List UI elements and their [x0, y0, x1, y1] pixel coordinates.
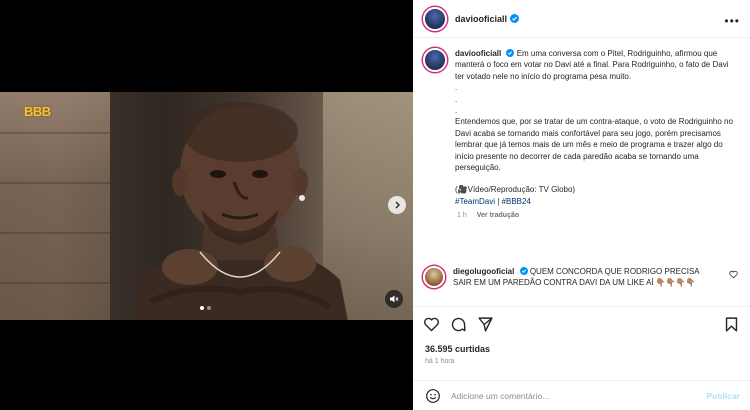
comment-input[interactable]: Adicione um comentário... [451, 391, 549, 401]
hashtag-separator: | [497, 196, 500, 206]
caption: daviooficiall Em uma conversa com o Pite… [423, 48, 743, 219]
publish-button[interactable]: Publicar [706, 391, 740, 401]
video-frame[interactable] [0, 92, 413, 320]
carousel-dot [207, 306, 211, 310]
next-slide-button[interactable] [388, 196, 406, 214]
post-header: daviooficiall ••• [413, 0, 750, 38]
post-media: BBB [0, 0, 413, 410]
caption-line: Entendemos que, por se tratar de um cont… [455, 117, 733, 173]
share-icon[interactable] [477, 316, 494, 333]
caption-line: . [455, 94, 458, 104]
wall-line [0, 232, 110, 234]
like-count[interactable]: 36.595 curtidas [425, 344, 490, 354]
caption-line: . [455, 83, 458, 93]
heart-icon[interactable] [423, 316, 440, 333]
caption-username[interactable]: daviooficiall [455, 49, 501, 58]
background-wall-left [0, 92, 110, 320]
wall-line [0, 132, 110, 134]
see-translation-link[interactable]: Ver tradução [477, 212, 519, 219]
hashtag-link[interactable]: #TeamDavi [455, 197, 495, 206]
caption-meta: 1 h Ver tradução [457, 212, 743, 219]
carousel-dot [200, 306, 204, 310]
caption-text: daviooficiall Em uma conversa com o Pite… [455, 48, 737, 207]
hashtag-link[interactable]: #BBB24 [502, 197, 531, 206]
channel-logo: BBB [24, 104, 51, 119]
caption-time: 1 h [457, 212, 467, 220]
bookmark-icon[interactable] [723, 316, 740, 333]
verified-badge-icon [519, 267, 528, 275]
person-figure [132, 102, 348, 320]
comment-composer: Adicione um comentário... Publicar [413, 380, 750, 410]
avatar[interactable] [423, 48, 447, 72]
action-bar [413, 306, 750, 342]
wall-line [0, 282, 110, 284]
emoji-icon[interactable] [425, 388, 441, 404]
comment-icon[interactable] [450, 316, 467, 333]
volume-muted-icon [390, 295, 399, 303]
comment-item: diegolugooficial QUEM CONCORDA QUE RODRI… [423, 266, 743, 289]
avatar[interactable] [423, 266, 445, 288]
post-username[interactable]: daviooficiall [455, 14, 507, 24]
wall-line [0, 182, 110, 184]
comment-text: diegolugooficial QUEM CONCORDA QUE RODRI… [453, 266, 713, 289]
chevron-right-icon [395, 201, 400, 209]
verified-badge-icon [510, 14, 520, 23]
caption-line: (🎥Vídeo/Reprodução: TV Globo) [455, 185, 576, 195]
caption-line: . [455, 106, 458, 116]
verified-badge-icon [506, 49, 515, 57]
mute-button[interactable] [385, 290, 403, 308]
more-options-button[interactable]: ••• [724, 14, 740, 28]
caption-line [455, 173, 737, 184]
post-sidebar: daviooficiall ••• daviooficiall Em uma c… [413, 0, 750, 410]
carousel-indicator [200, 306, 211, 310]
heart-icon[interactable] [729, 270, 738, 279]
comment-username[interactable]: diegolugooficial [453, 267, 514, 276]
post-timestamp: há 1 hora [425, 358, 455, 365]
avatar[interactable] [423, 6, 447, 31]
